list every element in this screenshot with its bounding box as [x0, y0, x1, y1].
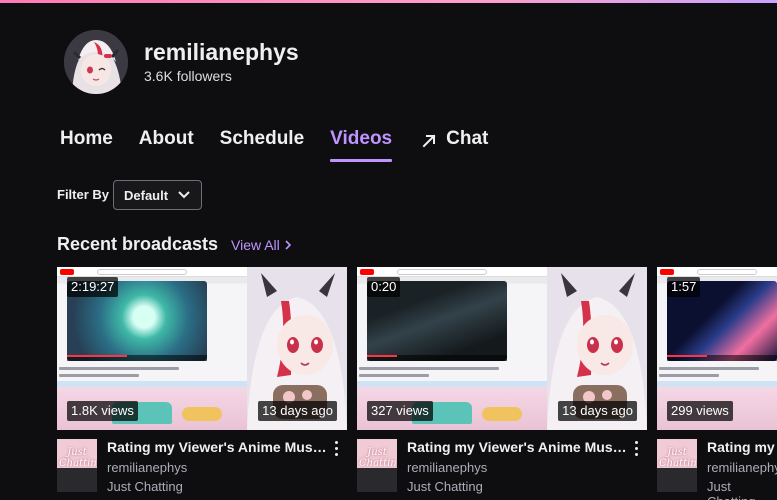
- channel-name[interactable]: remilianephys: [144, 39, 299, 66]
- video-title[interactable]: Rating my Viewer's Anime Music Videos: [407, 439, 627, 455]
- video-category[interactable]: Just Chatting: [707, 479, 777, 500]
- tab-about[interactable]: About: [139, 128, 194, 162]
- video-channel[interactable]: remilianephys: [107, 460, 187, 475]
- thumbnail-progress: [367, 355, 397, 357]
- video-card[interactable]: 1:57 299 views Just Chatting Rating my V…: [657, 267, 777, 500]
- category-thumbnail[interactable]: Just Chatting: [657, 439, 697, 492]
- video-title[interactable]: Rating my Viewer's Anime Music Videos: [107, 439, 327, 455]
- thumbnail-progress: [667, 355, 707, 357]
- category-art-text: Just Chatting: [359, 447, 397, 469]
- video-views: 1.8K views: [67, 401, 138, 421]
- follower-count: 3.6K followers: [144, 68, 232, 84]
- video-info: Just Chatting Rating my Viewer's Anime M…: [657, 430, 777, 500]
- chevron-down-icon: [178, 191, 190, 199]
- video-channel[interactable]: remilianephys: [707, 460, 777, 475]
- chevron-right-icon: [285, 240, 291, 250]
- thumbnail-text-lines: [359, 367, 559, 381]
- tab-chat-label: Chat: [446, 128, 489, 149]
- thumbnail-text-lines: [59, 367, 259, 381]
- filter-label: Filter By: [57, 187, 110, 202]
- video-title[interactable]: Rating my Viewer's Anime Music Videos: [707, 439, 777, 455]
- video-info: Just Chatting Rating my Viewer's Anime M…: [57, 430, 347, 500]
- view-all-label: View All: [231, 237, 280, 253]
- external-arrow-icon: [422, 134, 436, 148]
- more-options-icon[interactable]: [331, 439, 341, 457]
- top-accent-bar: [0, 0, 777, 3]
- section-title: Recent broadcasts: [57, 234, 219, 254]
- video-category[interactable]: Just Chatting: [107, 479, 183, 494]
- tab-schedule[interactable]: Schedule: [220, 128, 304, 162]
- video-thumbnail[interactable]: 0:20 327 views 13 days ago: [357, 267, 647, 430]
- video-category[interactable]: Just Chatting: [407, 479, 483, 494]
- youtube-logo-icon: [660, 269, 674, 275]
- video-card[interactable]: 2:19:27 1.8K views 13 days ago Just Chat…: [57, 267, 347, 500]
- video-views: 299 views: [667, 401, 733, 421]
- video-duration: 0:20: [367, 277, 401, 297]
- video-card[interactable]: 0:20 327 views 13 days ago Just Chatting…: [357, 267, 647, 500]
- category-thumbnail[interactable]: Just Chatting: [57, 439, 97, 492]
- channel-nav: Home About Schedule Videos Chat: [60, 128, 488, 162]
- thumbnail-search-box: [97, 269, 187, 275]
- video-thumbnail[interactable]: 1:57 299 views: [657, 267, 777, 430]
- youtube-logo-icon: [60, 269, 74, 275]
- tab-home[interactable]: Home: [60, 128, 113, 162]
- video-channel[interactable]: remilianephys: [407, 460, 487, 475]
- thumbnail-table: [482, 407, 522, 421]
- tab-videos[interactable]: Videos: [330, 128, 392, 162]
- more-options-icon[interactable]: [631, 439, 641, 457]
- youtube-logo-icon: [360, 269, 374, 275]
- category-art-text: Just Chatting: [59, 447, 97, 469]
- thumbnail-progress: [67, 355, 127, 357]
- video-age: 13 days ago: [558, 401, 637, 421]
- filter-value: Default: [124, 187, 169, 203]
- thumbnail-search-box: [397, 269, 487, 275]
- video-info: Just Chatting Rating my Viewer's Anime M…: [357, 430, 647, 500]
- video-views: 327 views: [367, 401, 433, 421]
- channel-avatar[interactable]: [64, 30, 128, 94]
- thumbnail-search-box: [697, 269, 757, 275]
- thumbnail-table: [182, 407, 222, 421]
- category-art-text: Just Chatting: [659, 447, 697, 469]
- thumbnail-text-lines: [659, 367, 777, 381]
- video-age: 13 days ago: [258, 401, 337, 421]
- category-thumbnail[interactable]: Just Chatting: [357, 439, 397, 492]
- video-thumbnail[interactable]: 2:19:27 1.8K views 13 days ago: [57, 267, 347, 430]
- tab-chat[interactable]: Chat: [422, 128, 488, 162]
- video-duration: 2:19:27: [67, 277, 119, 297]
- video-duration: 1:57: [667, 277, 701, 297]
- view-all-link[interactable]: View All: [231, 237, 291, 253]
- filter-dropdown[interactable]: Default: [113, 180, 202, 210]
